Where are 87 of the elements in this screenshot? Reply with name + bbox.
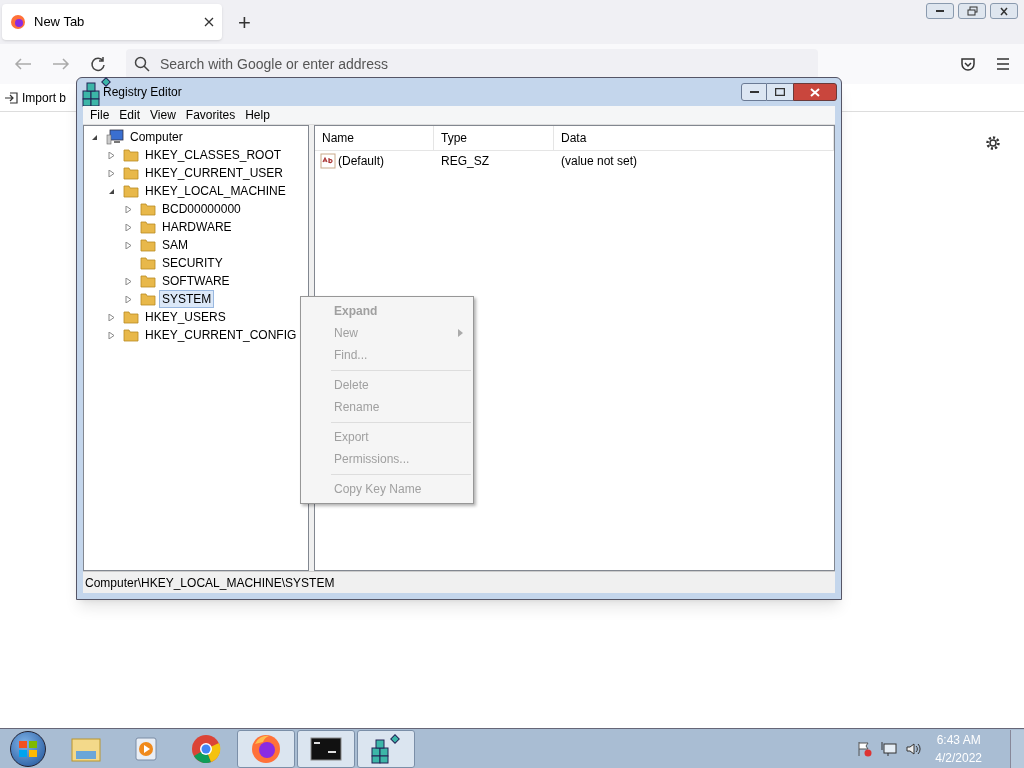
menu-item[interactable]: View bbox=[145, 106, 181, 124]
column-header[interactable]: Data bbox=[554, 126, 834, 150]
status-text: Computer\HKEY_LOCAL_MACHINE\SYSTEM bbox=[85, 574, 335, 592]
expand-arrow-icon[interactable] bbox=[124, 223, 132, 231]
play-icon bbox=[133, 734, 159, 763]
taskbar-button[interactable] bbox=[297, 729, 355, 768]
folder-icon bbox=[123, 165, 139, 181]
column-header[interactable]: Name bbox=[315, 126, 434, 150]
tree-item[interactable]: SYSTEM bbox=[159, 290, 215, 308]
minimize-button[interactable] bbox=[926, 3, 954, 19]
close-icon bbox=[999, 6, 1009, 16]
tree-item[interactable]: SECURITY bbox=[159, 254, 226, 272]
search-field[interactable]: Search with Google or enter address bbox=[126, 49, 818, 79]
folder-icon bbox=[123, 327, 139, 343]
tree-item[interactable]: HKEY_CURRENT_CONFIG bbox=[142, 326, 300, 344]
tab-title: New Tab bbox=[34, 13, 86, 32]
tree-item[interactable]: HKEY_USERS bbox=[142, 308, 229, 326]
start-button[interactable] bbox=[10, 730, 46, 767]
speaker-icon[interactable] bbox=[905, 740, 922, 757]
windows-logo-icon bbox=[18, 739, 38, 758]
expand-arrow-icon[interactable] bbox=[107, 151, 115, 159]
expand-arrow-icon[interactable] bbox=[124, 277, 132, 285]
import-link[interactable]: Import b bbox=[22, 88, 66, 107]
folder-icon bbox=[140, 291, 156, 307]
flag-icon[interactable] bbox=[857, 740, 874, 757]
table-cell-text: (Default) bbox=[338, 153, 384, 170]
new-tab-button[interactable]: + bbox=[234, 5, 255, 39]
firefox-icon bbox=[10, 14, 26, 30]
cubes-icon bbox=[370, 733, 402, 764]
minimize-icon bbox=[935, 9, 945, 13]
maximize-icon bbox=[775, 88, 785, 96]
string-value-icon bbox=[320, 153, 336, 169]
settings-icon[interactable] bbox=[984, 134, 1002, 152]
close-button[interactable] bbox=[793, 83, 837, 101]
expand-arrow-icon[interactable] bbox=[124, 205, 132, 213]
folder-icon bbox=[140, 219, 156, 235]
menu-item[interactable]: File bbox=[85, 106, 115, 124]
menu-item[interactable]: Favorites bbox=[180, 106, 241, 124]
tree-item[interactable]: SOFTWARE bbox=[159, 272, 233, 290]
window-title: Registry Editor bbox=[103, 84, 182, 101]
pocket-icon[interactable] bbox=[960, 56, 976, 72]
table-cell-text: (value not set) bbox=[560, 153, 639, 170]
expand-arrow-icon[interactable] bbox=[107, 169, 115, 177]
folder-icon bbox=[140, 273, 156, 289]
terminal-icon bbox=[310, 736, 342, 761]
tree-item[interactable]: HKEY_CLASSES_ROOT bbox=[142, 146, 285, 164]
folder-icon bbox=[123, 147, 139, 163]
close-button[interactable] bbox=[990, 3, 1018, 19]
folder-icon bbox=[123, 309, 139, 325]
collapse-arrow-icon[interactable] bbox=[107, 187, 115, 195]
menu-icon[interactable] bbox=[996, 58, 1010, 70]
collapse-arrow-icon[interactable] bbox=[90, 133, 98, 141]
import-icon bbox=[4, 90, 18, 105]
taskbar-button[interactable] bbox=[357, 729, 415, 768]
tree-item[interactable]: HKEY_CURRENT_USER bbox=[142, 164, 287, 182]
column-header[interactable]: Type bbox=[434, 126, 554, 150]
restore-button[interactable] bbox=[958, 3, 986, 19]
expand-arrow-icon[interactable] bbox=[124, 241, 132, 249]
expand-arrow-icon[interactable] bbox=[124, 295, 132, 303]
tree-item[interactable]: Computer bbox=[127, 128, 186, 146]
expand-arrow-icon[interactable] bbox=[107, 313, 115, 321]
browser-tab[interactable]: New Tab bbox=[2, 4, 222, 40]
reload-icon[interactable] bbox=[90, 56, 106, 72]
tree-item[interactable]: BCD00000000 bbox=[159, 200, 244, 218]
computer-icon bbox=[106, 129, 124, 145]
firefox-icon bbox=[251, 733, 281, 764]
network-icon[interactable] bbox=[881, 740, 898, 757]
folder-icon bbox=[140, 201, 156, 217]
menu-item[interactable]: Help bbox=[240, 106, 275, 124]
submenu-arrow-icon bbox=[458, 329, 463, 337]
minimize-icon bbox=[749, 90, 759, 94]
close-icon[interactable] bbox=[204, 17, 214, 27]
folder-icon bbox=[140, 237, 156, 253]
chrome-icon bbox=[191, 733, 221, 764]
folder-icon bbox=[140, 255, 156, 271]
minimize-button[interactable] bbox=[741, 83, 767, 101]
search-icon bbox=[134, 56, 150, 72]
tree-item[interactable]: HARDWARE bbox=[159, 218, 235, 236]
maximize-button[interactable] bbox=[767, 83, 793, 101]
restore-icon bbox=[966, 6, 978, 16]
folder-icon bbox=[123, 183, 139, 199]
expand-arrow-icon[interactable] bbox=[107, 331, 115, 339]
tree-item[interactable]: SAM bbox=[159, 236, 191, 254]
table-cell-text: REG_SZ bbox=[440, 153, 490, 170]
close-icon bbox=[810, 87, 820, 97]
tree-item[interactable]: HKEY_LOCAL_MACHINE bbox=[142, 182, 289, 200]
menu-item[interactable]: Edit bbox=[114, 106, 146, 124]
